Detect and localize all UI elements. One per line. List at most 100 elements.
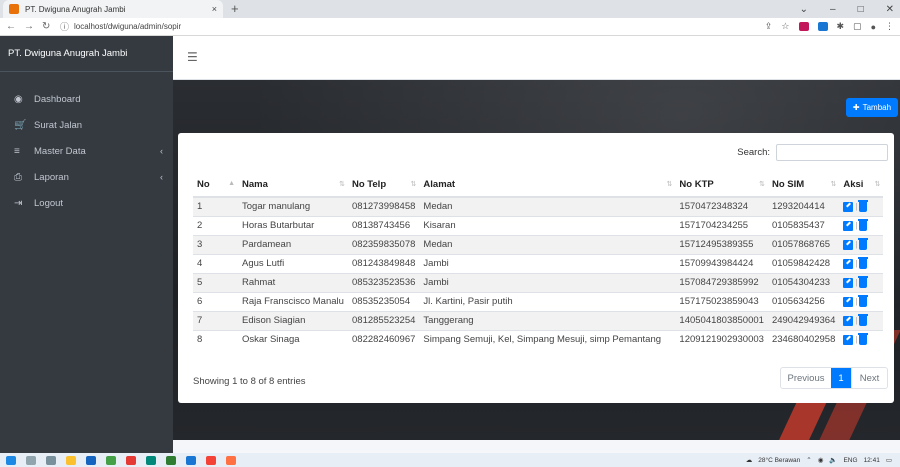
action-separator: |	[855, 240, 858, 249]
cell-alamat: Jambi	[419, 253, 676, 273]
app-icon[interactable]	[126, 455, 136, 465]
menu-dots-icon[interactable]: ⋮	[885, 21, 894, 32]
chrome-icon[interactable]	[106, 455, 116, 465]
cell-no-telp: 081243849848	[348, 253, 420, 273]
clock-text[interactable]: 12:41	[864, 457, 880, 464]
pagination-page-1[interactable]: 1	[831, 368, 851, 388]
edge-icon[interactable]	[86, 455, 96, 465]
cell-no-ktp: 157175023859043	[675, 291, 768, 311]
edit-icon[interactable]	[843, 334, 854, 345]
column-aksi[interactable]: Aksi ⇅	[839, 173, 884, 198]
pagination: Previous 1 Next	[780, 367, 888, 389]
url-text[interactable]: localhost/dwiguna/admin/sopir	[74, 22, 765, 31]
browser-tab[interactable]: PT. Dwiguna Anugrah Jambi ×	[3, 0, 223, 18]
file-explorer-icon[interactable]	[66, 455, 76, 465]
maximize-icon[interactable]: □	[858, 4, 864, 15]
cell-aksi: |	[839, 329, 884, 349]
edit-icon[interactable]	[843, 277, 854, 288]
edit-icon[interactable]	[843, 220, 854, 231]
app-icon[interactable]	[146, 455, 156, 465]
search-input[interactable]	[776, 144, 888, 161]
cart-icon: 🛒	[14, 119, 27, 131]
edit-icon[interactable]	[843, 296, 854, 307]
window-controls: ⌄ – □ ✕	[800, 0, 894, 18]
column-no-sim[interactable]: No SIM ⇅	[767, 173, 840, 198]
column-no[interactable]: No ▲	[193, 173, 238, 198]
lang-text[interactable]: ENG	[843, 457, 857, 464]
column-no-ktp[interactable]: No KTP ⇅	[675, 173, 768, 198]
share-icon[interactable]: ⇪	[765, 21, 773, 32]
cell-no: 7	[193, 310, 238, 330]
edit-icon[interactable]	[843, 201, 854, 212]
add-button[interactable]: ✚ Tambah	[846, 98, 898, 117]
trash-icon[interactable]	[858, 199, 869, 212]
weather-icon[interactable]: ☁	[746, 456, 753, 464]
forward-icon[interactable]: →	[24, 21, 34, 32]
pagination-previous[interactable]: Previous	[781, 368, 831, 388]
trash-icon[interactable]	[858, 275, 869, 288]
xampp-icon[interactable]	[226, 455, 236, 465]
extension-red-icon[interactable]	[798, 22, 809, 31]
profile-icon[interactable]: ●	[871, 22, 876, 32]
sidebar-item-dashboard[interactable]: ◉ Dashboard	[0, 86, 173, 112]
cell-no-ktp: 1571704234255	[675, 215, 768, 235]
search-icon[interactable]	[26, 455, 36, 465]
sort-icon: ⇅	[410, 181, 417, 188]
trash-icon[interactable]	[858, 313, 869, 326]
wifi-icon[interactable]: ◉	[818, 456, 824, 464]
cell-aksi: |	[839, 291, 884, 311]
cell-no-sim: 01057868765	[767, 234, 840, 254]
cell-no-telp: 08535235054	[348, 291, 420, 311]
weather-text[interactable]: 28°C Berawan	[758, 457, 800, 464]
sidebar-item-master-data[interactable]: ≡ Master Data ‹	[0, 138, 173, 164]
sidebar-item-laporan[interactable]: ⎙ Laporan ‹	[0, 164, 173, 190]
cell-no-sim: 0105634256	[767, 291, 840, 311]
tray-chevron-icon[interactable]: ⌃	[806, 456, 811, 464]
trash-icon[interactable]	[858, 332, 869, 345]
trash-icon[interactable]	[858, 218, 869, 231]
star-icon[interactable]: ☆	[781, 21, 789, 32]
tab-close-button[interactable]: ×	[212, 4, 217, 14]
puzzle-icon[interactable]: ✱	[837, 21, 845, 32]
chrome-active-icon[interactable]	[206, 455, 216, 465]
pagination-next[interactable]: Next	[851, 368, 887, 388]
vscode-icon[interactable]	[186, 455, 196, 465]
sidebar-item-surat-jalan[interactable]: 🛒 Surat Jalan	[0, 112, 173, 138]
trash-icon[interactable]	[858, 256, 869, 269]
cell-alamat: Medan	[419, 234, 676, 254]
hamburger-menu-icon[interactable]: ☰	[187, 50, 198, 64]
brand-title[interactable]: PT. Dwiguna Anugrah Jambi	[0, 36, 173, 72]
trash-icon[interactable]	[858, 237, 869, 250]
back-icon[interactable]: ←	[6, 21, 16, 32]
cell-no: 4	[193, 253, 238, 273]
task-view-icon[interactable]	[46, 455, 56, 465]
edit-icon[interactable]	[843, 315, 854, 326]
sidebar-item-logout[interactable]: ⇥ Logout	[0, 190, 173, 216]
cell-nama: Pardamean	[238, 234, 348, 254]
column-alamat[interactable]: Alamat ⇅	[419, 173, 676, 198]
cell-aksi: |	[839, 234, 884, 254]
cell-aksi: |	[839, 215, 884, 235]
cell-no-ktp: 157084729385992	[675, 272, 768, 292]
column-nama[interactable]: Nama ⇅	[238, 173, 348, 198]
info-icon[interactable]: ⓘ	[60, 20, 69, 33]
new-tab-button[interactable]: +	[231, 0, 239, 18]
sidepanel-icon[interactable]: ▢	[853, 21, 862, 32]
cell-no: 8	[193, 329, 238, 349]
cell-no-sim: 0105835437	[767, 215, 840, 235]
chevron-left-icon: ‹	[160, 146, 163, 156]
notification-icon[interactable]: ▭	[886, 456, 892, 464]
edit-icon[interactable]	[843, 239, 854, 250]
edit-icon[interactable]	[843, 258, 854, 269]
cell-no: 1	[193, 196, 238, 216]
reload-icon[interactable]: ↻	[42, 21, 50, 32]
excel-icon[interactable]	[166, 455, 176, 465]
column-no-telp[interactable]: No Telp ⇅	[348, 173, 420, 198]
minimize-icon[interactable]: –	[830, 4, 836, 15]
extension-blue-icon[interactable]	[817, 22, 828, 31]
trash-icon[interactable]	[858, 294, 869, 307]
windows-start-icon[interactable]	[6, 455, 16, 465]
chevron-down-icon[interactable]: ⌄	[800, 4, 808, 15]
close-window-icon[interactable]: ✕	[886, 4, 894, 15]
volume-icon[interactable]: 🔈	[829, 456, 837, 464]
